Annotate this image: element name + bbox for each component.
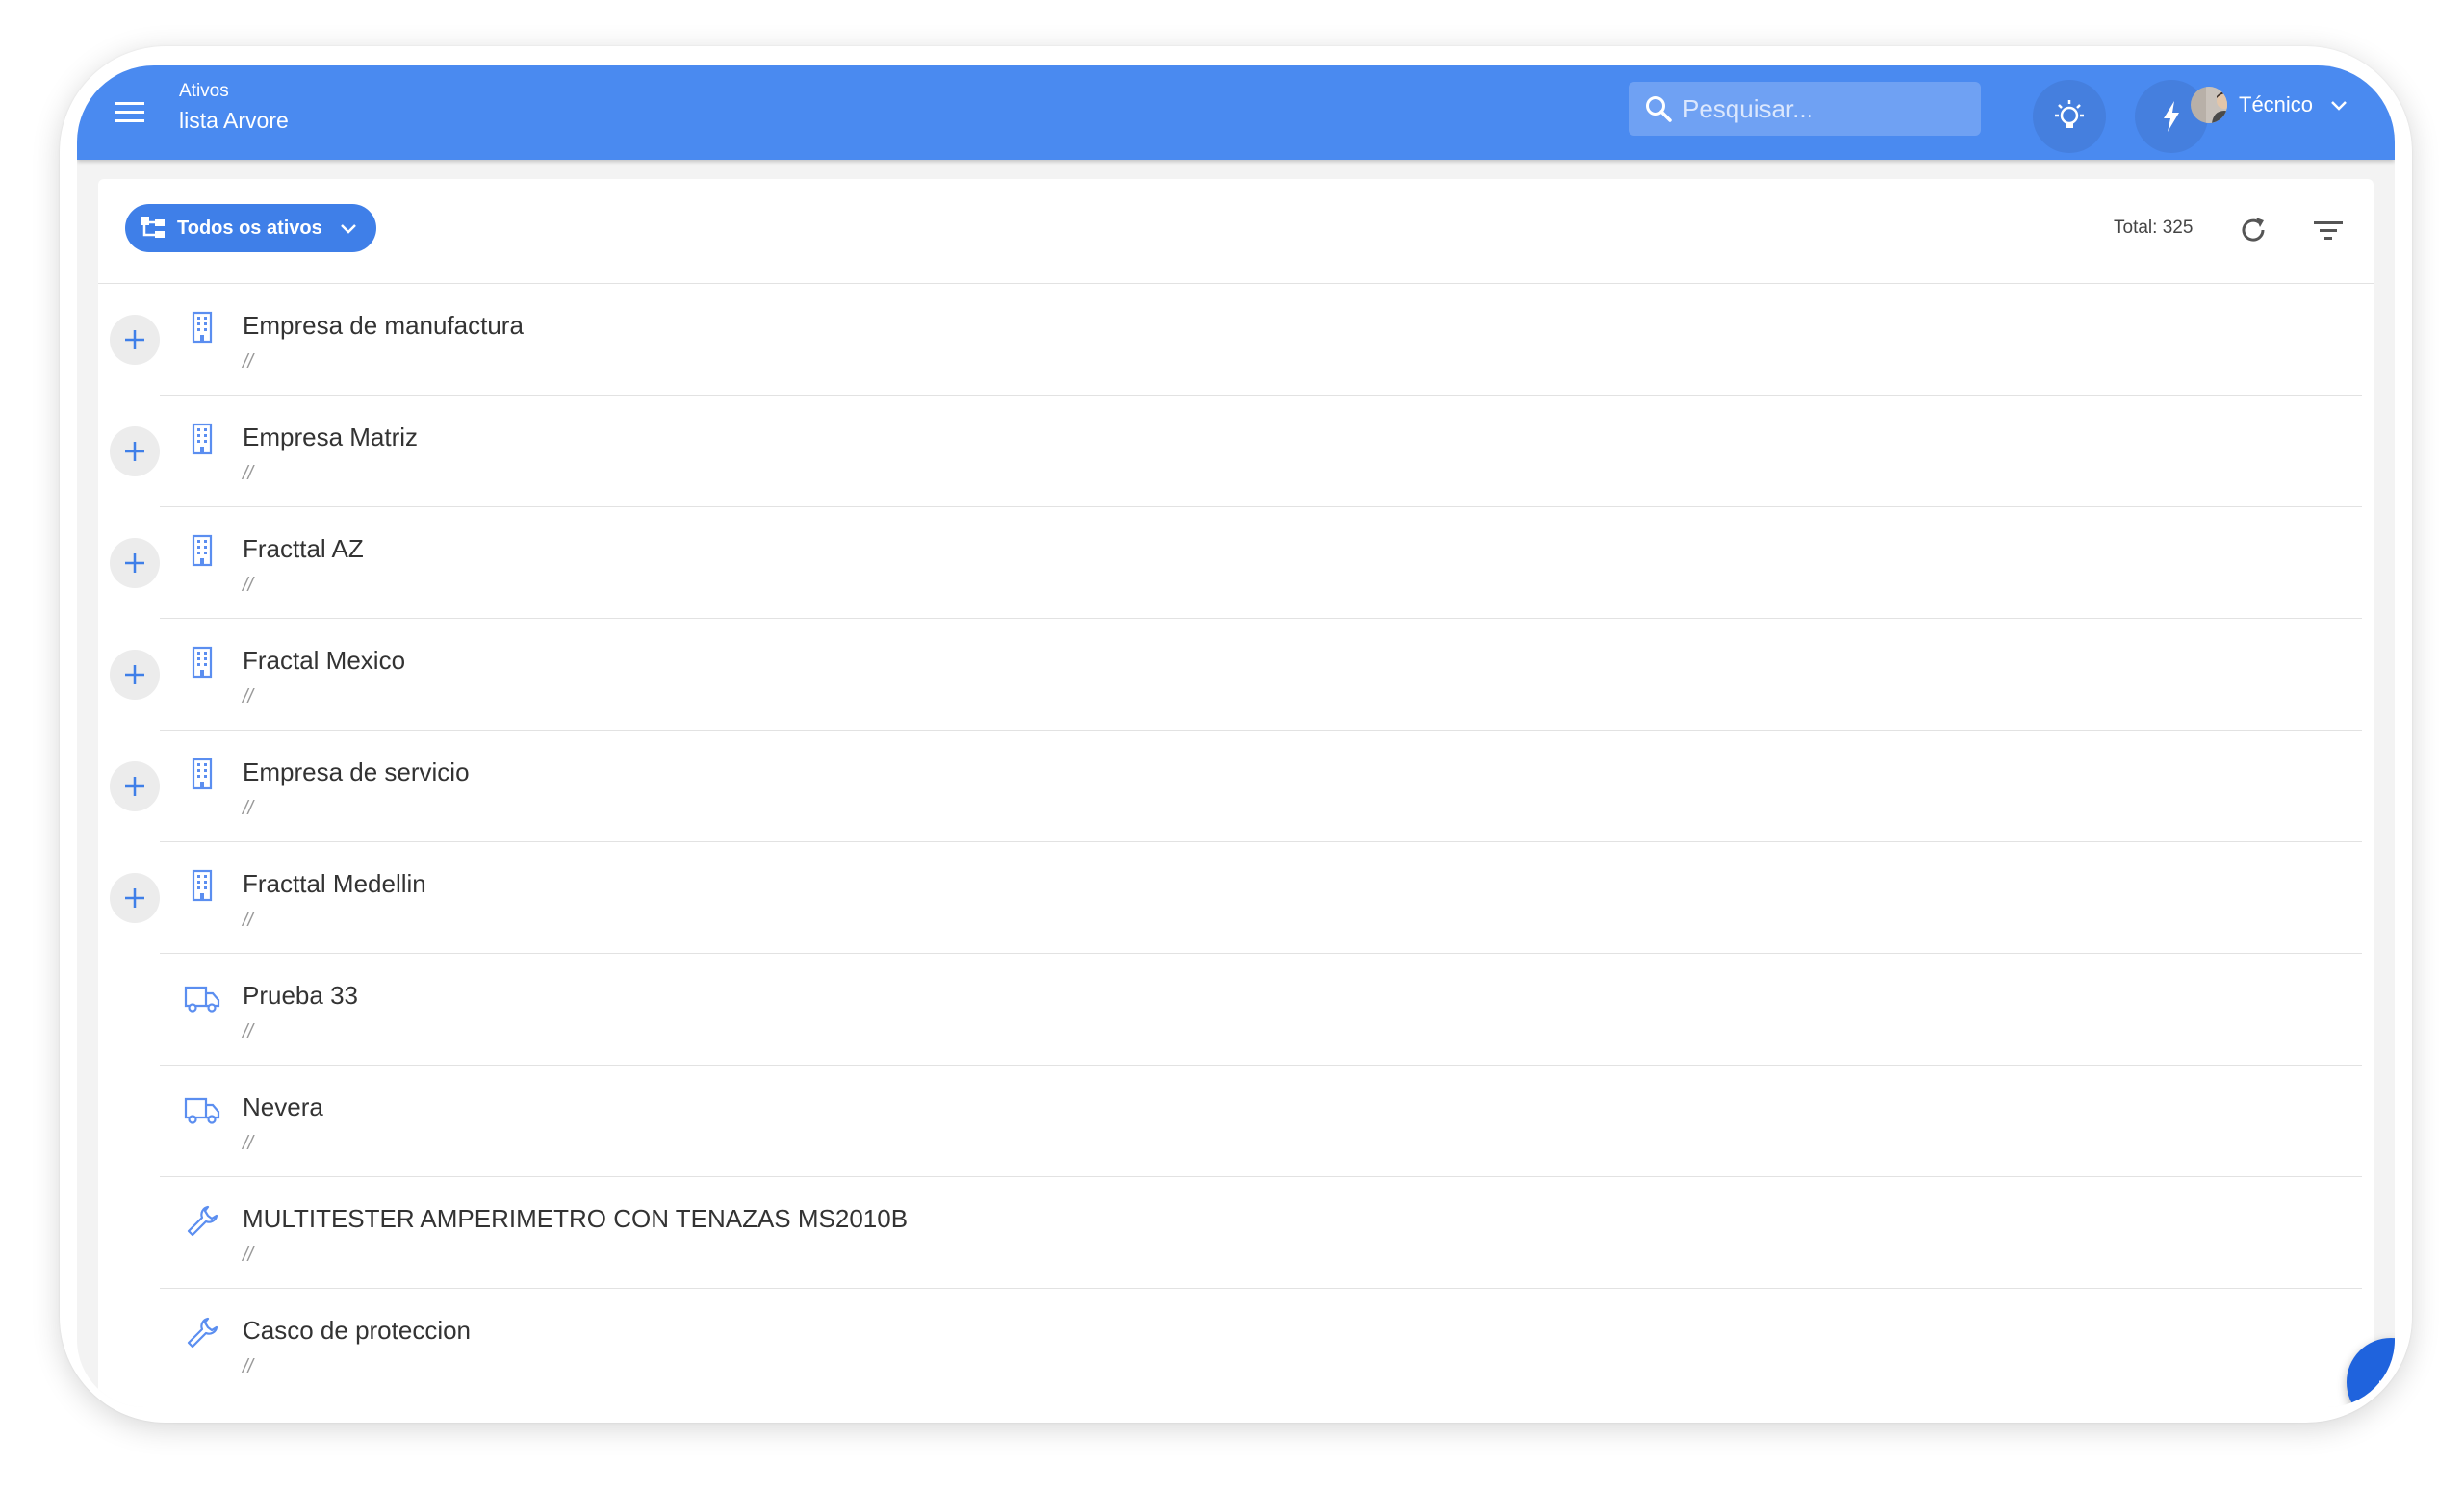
lightbulb-button[interactable] [2033, 80, 2106, 153]
plus-icon [125, 777, 144, 796]
wrench-icon [183, 1202, 221, 1241]
plus-icon [125, 553, 144, 573]
app-screen: Ativos lista Arvore Pesquisar... Técnico… [77, 65, 2395, 1407]
expand-button[interactable] [110, 873, 160, 923]
asset-name[interactable]: Empresa de servicio [243, 758, 470, 787]
asset-name[interactable]: Fractal Mexico [243, 646, 405, 676]
asset-name[interactable]: Prueba 33 [243, 981, 358, 1011]
building-icon [183, 532, 221, 571]
asset-path: // [243, 798, 254, 819]
asset-row[interactable]: Empresa de manufactura // [98, 284, 2374, 396]
truck-icon [183, 1091, 221, 1129]
asset-path: // [243, 1245, 254, 1266]
wrench-icon [183, 1314, 221, 1352]
filter-icon[interactable] [2310, 212, 2347, 248]
search-box[interactable] [1629, 82, 1981, 136]
list-toolbar: Todos os ativos Total: 325 [98, 179, 2374, 284]
expand-button[interactable] [110, 315, 160, 365]
refresh-icon[interactable] [2235, 212, 2272, 248]
asset-name[interactable]: Empresa de manufactura [243, 311, 524, 341]
asset-row[interactable]: Prueba 33 // [98, 954, 2374, 1066]
top-app-bar: Ativos lista Arvore Pesquisar... Técnico [77, 65, 2395, 160]
expand-button[interactable] [110, 761, 160, 811]
asset-path: // [243, 463, 254, 484]
asset-path: // [243, 575, 254, 596]
total-count: Total: 325 [2114, 218, 2194, 238]
asset-path: // [243, 910, 254, 931]
asset-name[interactable]: Casco de proteccion [243, 1316, 471, 1346]
flash-icon [2164, 101, 2179, 132]
plus-icon [125, 330, 144, 349]
plus-icon [125, 442, 144, 461]
user-menu[interactable]: Técnico [2191, 87, 2349, 123]
breadcrumb-parent[interactable]: Ativos [179, 81, 229, 102]
search-input[interactable] [1681, 92, 1964, 125]
expand-button[interactable] [110, 538, 160, 588]
asset-row[interactable]: MULTITESTER AMPERIMETRO CON TENAZAS MS20… [98, 1177, 2374, 1289]
asset-row[interactable]: Empresa Matriz // [98, 396, 2374, 507]
asset-filter-label: Todos os ativos [177, 217, 322, 239]
asset-row[interactable]: Casco de proteccion // [98, 1289, 2374, 1400]
asset-row[interactable]: Nevera // [98, 1066, 2374, 1177]
chevron-down-icon [340, 224, 356, 234]
asset-tree-card: Todos os ativos Total: 325 Empresa de ma… [98, 179, 2374, 1407]
chevron-down-icon [2331, 101, 2347, 111]
asset-path: // [243, 351, 254, 372]
building-icon [183, 309, 221, 347]
expand-button[interactable] [110, 650, 160, 700]
asset-row[interactable]: Fractal Mexico // [98, 619, 2374, 731]
asset-name[interactable]: Fracttal AZ [243, 534, 364, 564]
tree-structure-icon [141, 217, 165, 238]
building-icon [183, 756, 221, 794]
plus-icon [125, 665, 144, 684]
asset-row[interactable]: Fracttal Medellin // [98, 842, 2374, 954]
plus-icon [2379, 1371, 2395, 1394]
expand-button[interactable] [110, 426, 160, 476]
plus-icon [125, 888, 144, 908]
user-name: Técnico [2239, 92, 2314, 116]
asset-path: // [243, 1356, 254, 1377]
page-title: lista Arvore [179, 108, 289, 133]
asset-row[interactable]: Fracttal AZ // [98, 507, 2374, 619]
building-icon [183, 867, 221, 906]
building-icon [183, 644, 221, 682]
truck-icon [183, 979, 221, 1017]
building-icon [183, 421, 221, 459]
asset-name[interactable]: Nevera [243, 1092, 323, 1122]
asset-row[interactable]: Empresa de servicio // [98, 731, 2374, 842]
asset-path: // [243, 686, 254, 707]
avatar [2191, 87, 2227, 123]
asset-path: // [243, 1021, 254, 1042]
asset-name[interactable]: Empresa Matriz [243, 423, 418, 452]
asset-list: Empresa de manufactura // Empresa Matriz //… [98, 284, 2374, 1400]
menu-icon[interactable] [112, 94, 148, 131]
asset-path: // [243, 1133, 254, 1154]
asset-filter-dropdown[interactable]: Todos os ativos [125, 204, 376, 252]
lightbulb-icon [2055, 100, 2084, 128]
asset-name[interactable]: Fracttal Medellin [243, 869, 426, 899]
search-icon [1646, 96, 1672, 122]
asset-name[interactable]: MULTITESTER AMPERIMETRO CON TENAZAS MS20… [243, 1204, 908, 1234]
